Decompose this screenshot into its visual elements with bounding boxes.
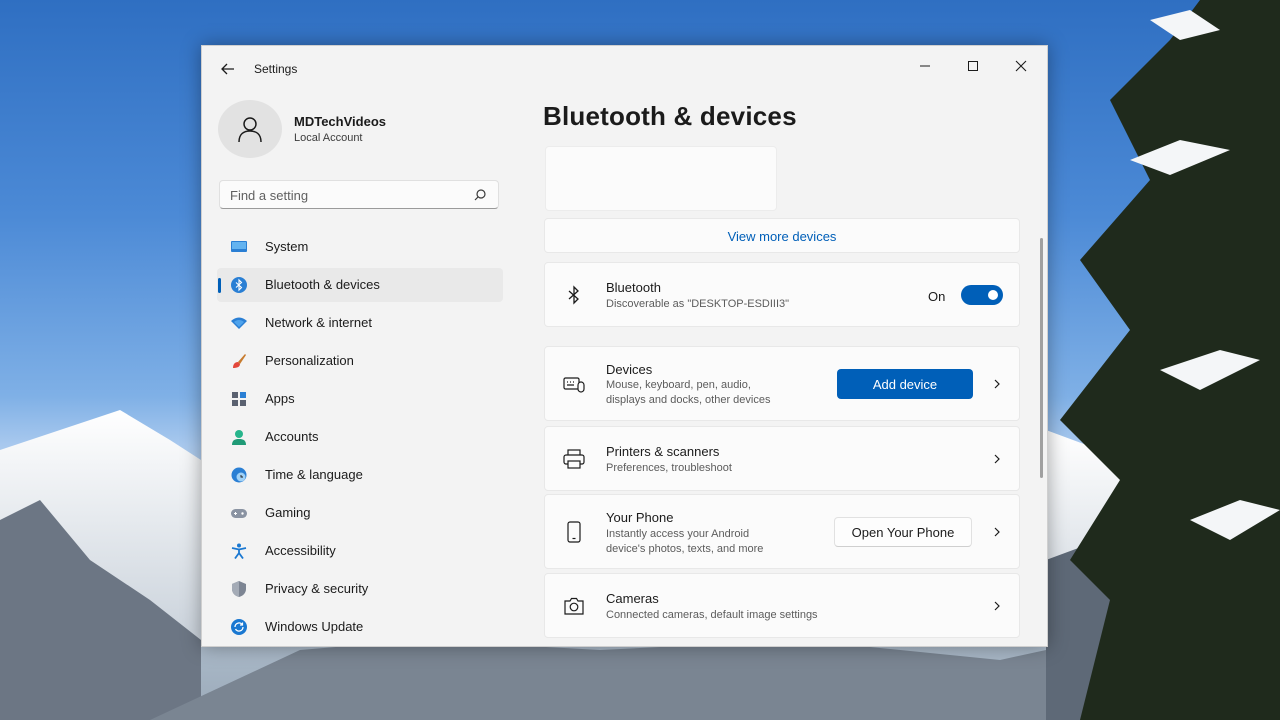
- minimize-button[interactable]: [902, 52, 948, 80]
- sidebar-item-label: Time & language: [265, 467, 363, 482]
- your-phone-title: Your Phone: [606, 510, 674, 525]
- monitor-icon: [231, 241, 247, 252]
- sidebar-item-bluetooth-devices[interactable]: Bluetooth & devices: [217, 268, 503, 302]
- printer-icon: [563, 449, 585, 469]
- cameras-subtitle: Connected cameras, default image setting…: [606, 609, 818, 621]
- brush-icon: [233, 354, 246, 368]
- sidebar-item-accounts[interactable]: Accounts: [217, 420, 503, 454]
- sidebar-item-gaming[interactable]: Gaming: [217, 496, 503, 530]
- paired-device-tile[interactable]: [545, 146, 777, 211]
- search-box: [219, 180, 499, 209]
- devices-subtitle-line1: Mouse, keyboard, pen, audio,: [606, 379, 751, 391]
- sidebar-item-label: System: [265, 239, 309, 254]
- update-icon: [231, 619, 247, 635]
- globe-clock-icon: [231, 467, 247, 483]
- sidebar-item-label: Windows Update: [265, 619, 364, 634]
- sidebar-item-time-language[interactable]: Time & language: [217, 458, 503, 492]
- bluetooth-card: Bluetooth Discoverable as "DESKTOP-ESDII…: [544, 262, 1020, 327]
- chevron-right-icon[interactable]: [991, 453, 1003, 465]
- close-icon: [1015, 60, 1027, 72]
- user-avatar-icon: [238, 117, 262, 143]
- bluetooth-toggle[interactable]: [961, 285, 1003, 305]
- minimize-icon: [920, 65, 930, 67]
- page-title: Bluetooth & devices: [543, 101, 797, 131]
- keyboard-mouse-icon: [563, 377, 585, 393]
- cameras-title: Cameras: [606, 591, 659, 606]
- sidebar-item-network-internet[interactable]: Network & internet: [217, 306, 503, 340]
- cameras-card[interactable]: Cameras Connected cameras, default image…: [544, 573, 1020, 638]
- title-bar: Settings: [202, 46, 1047, 92]
- person-icon: [232, 430, 246, 445]
- sidebar-item-label: Accessibility: [265, 543, 336, 558]
- back-button[interactable]: [216, 58, 240, 80]
- devices-subtitle-line2: displays and docks, other devices: [606, 394, 771, 406]
- bluetooth-title: Bluetooth: [606, 280, 661, 295]
- sidebar-item-label: Network & internet: [265, 315, 372, 330]
- close-button[interactable]: [998, 52, 1044, 80]
- add-device-button[interactable]: Add device: [837, 369, 973, 399]
- sidebar-item-privacy-security[interactable]: Privacy & security: [217, 572, 503, 606]
- bluetooth-icon: [568, 285, 579, 305]
- bluetooth-state-label: On: [928, 289, 946, 304]
- settings-window: Settings MDTechVideos Local Account Find…: [201, 45, 1048, 647]
- sidebar-item-label: Privacy & security: [265, 581, 369, 596]
- phone-icon: [567, 521, 581, 543]
- sidebar-item-system[interactable]: System: [217, 230, 503, 264]
- devices-card[interactable]: Devices Mouse, keyboard, pen, audio, dis…: [544, 346, 1020, 421]
- apps-icon: [232, 392, 246, 406]
- accessibility-icon: [231, 543, 247, 559]
- view-more-devices-link[interactable]: View more devices: [544, 218, 1020, 253]
- account-profile[interactable]: MDTechVideos Local Account: [218, 100, 508, 158]
- camera-icon: [564, 597, 584, 615]
- view-more-devices-label: View more devices: [727, 229, 837, 244]
- account-name: MDTechVideos: [294, 114, 386, 129]
- avatar: [218, 100, 282, 158]
- devices-title: Devices: [606, 362, 653, 377]
- maximize-icon: [968, 61, 978, 71]
- wifi-icon: [231, 317, 247, 329]
- sidebar-item-label: Apps: [265, 391, 295, 406]
- search-icon[interactable]: [472, 187, 488, 203]
- printers-scanners-card[interactable]: Printers & scanners Preferences, trouble…: [544, 426, 1020, 491]
- printers-title: Printers & scanners: [606, 444, 720, 459]
- bluetooth-subtitle: Discoverable as "DESKTOP-ESDIII3": [606, 298, 790, 310]
- your-phone-subtitle-line2: device's photos, texts, and more: [606, 543, 764, 555]
- shield-icon: [232, 581, 246, 597]
- sidebar-item-personalization[interactable]: Personalization: [217, 344, 503, 378]
- sidebar-item-label: Bluetooth & devices: [265, 277, 380, 292]
- toggle-knob: [988, 290, 998, 300]
- sidebar-item-label: Gaming: [265, 505, 311, 520]
- search-input[interactable]: [230, 186, 460, 204]
- chevron-right-icon[interactable]: [991, 526, 1003, 538]
- sidebar-item-accessibility[interactable]: Accessibility: [217, 534, 503, 568]
- sidebar-item-label: Personalization: [265, 353, 354, 368]
- your-phone-subtitle-line1: Instantly access your Android: [606, 528, 750, 540]
- sidebar-item-label: Accounts: [265, 429, 319, 444]
- open-your-phone-button[interactable]: Open Your Phone: [834, 517, 972, 547]
- account-type: Local Account: [294, 132, 363, 144]
- back-arrow-icon: [221, 63, 234, 75]
- chevron-right-icon[interactable]: [991, 600, 1003, 612]
- chevron-right-icon[interactable]: [991, 378, 1003, 390]
- printers-subtitle: Preferences, troubleshoot: [606, 462, 732, 474]
- gamepad-icon: [231, 509, 247, 518]
- your-phone-card[interactable]: Your Phone Instantly access your Android…: [544, 494, 1020, 569]
- sidebar-item-apps[interactable]: Apps: [217, 382, 503, 416]
- app-title: Settings: [254, 62, 298, 76]
- sidebar-item-windows-update[interactable]: Windows Update: [217, 610, 503, 644]
- bluetooth-icon: [231, 277, 247, 293]
- sidebar-nav: System Bluetooth & devices Network & int…: [217, 230, 503, 646]
- content-scrollbar[interactable]: [1040, 238, 1043, 478]
- maximize-button[interactable]: [950, 52, 996, 80]
